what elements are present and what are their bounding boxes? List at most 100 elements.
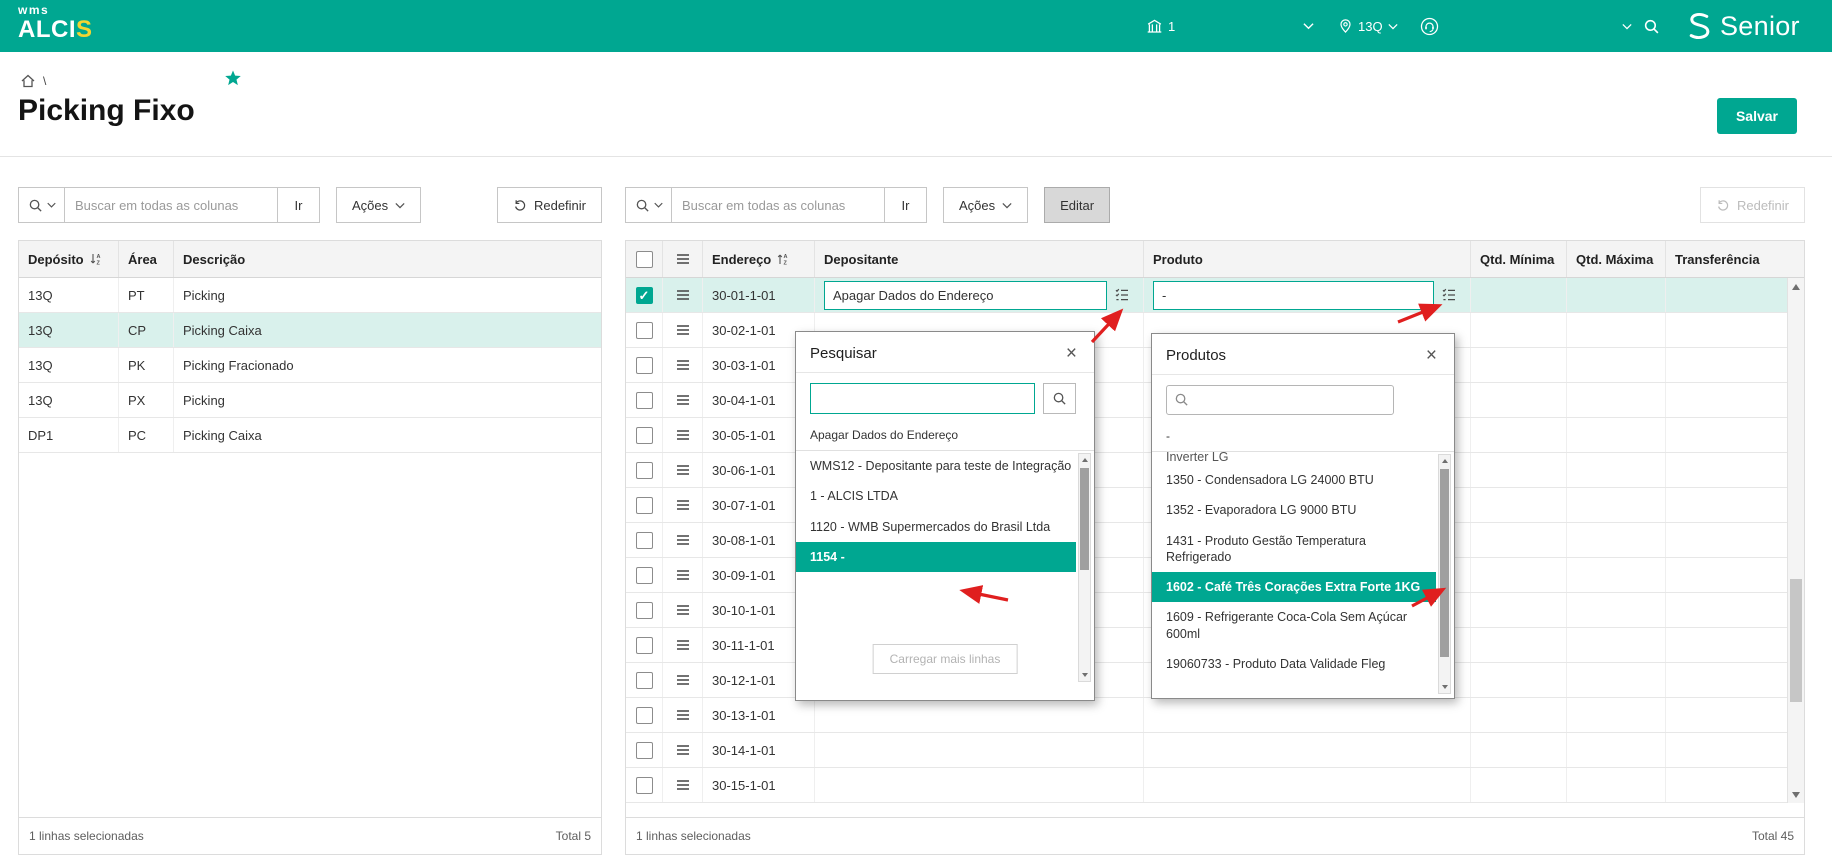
popup-list-item[interactable]: 1431 - Produto Gestão Temperatura Refrig…: [1152, 526, 1436, 573]
cell-transferencia[interactable]: [1666, 348, 1787, 382]
produtos-search-input[interactable]: [1166, 385, 1394, 415]
cell-qtd-minima[interactable]: [1471, 523, 1567, 557]
popup-list-item[interactable]: 1609 - Refrigerante Coca-Cola Sem Açúcar…: [1152, 602, 1436, 649]
scrollbar-thumb[interactable]: [1790, 579, 1802, 702]
app-logo[interactable]: wms ALCIS: [18, 4, 93, 42]
cell-transferencia[interactable]: [1666, 698, 1787, 732]
company-dropdown[interactable]: [1303, 0, 1314, 52]
cell-transferencia[interactable]: [1666, 278, 1787, 312]
cell-qtd-minima[interactable]: [1471, 383, 1567, 417]
cell-qtd-maxima[interactable]: [1567, 698, 1666, 732]
table-row[interactable]: 13Q CP Picking Caixa: [19, 313, 601, 348]
column-header-produto[interactable]: Produto: [1144, 241, 1471, 277]
cell-qtd-minima[interactable]: [1471, 663, 1567, 697]
cell-qtd-maxima[interactable]: [1567, 383, 1666, 417]
popup-list-item[interactable]: 1350 - Condensadora LG 24000 BTU: [1152, 465, 1436, 495]
table-row[interactable]: 13Q PK Picking Fracionado: [19, 348, 601, 383]
menu-icon[interactable]: [676, 499, 690, 511]
column-header-qtd-minima[interactable]: Qtd. Mínima: [1471, 241, 1567, 277]
popup-list-item[interactable]: Inverter LG: [1152, 452, 1436, 465]
menu-icon[interactable]: [676, 289, 690, 301]
popup-list-item[interactable]: WMS12 - Depositante para teste de Integr…: [796, 451, 1076, 481]
table-row[interactable]: 13Q PT Picking: [19, 278, 601, 313]
cell-qtd-minima[interactable]: [1471, 558, 1567, 592]
cell-qtd-minima[interactable]: [1471, 698, 1567, 732]
left-actions-button[interactable]: Ações: [336, 187, 422, 223]
cell-qtd-maxima[interactable]: [1567, 628, 1666, 662]
menu-icon[interactable]: [676, 674, 690, 686]
menu-icon[interactable]: [676, 534, 690, 546]
cell-transferencia[interactable]: [1666, 453, 1787, 487]
menu-icon[interactable]: [676, 709, 690, 721]
cell-depositante[interactable]: [815, 768, 1144, 802]
right-search-input[interactable]: [672, 188, 884, 222]
left-reset-button[interactable]: Redefinir: [496, 187, 602, 223]
cell-transferencia[interactable]: [1666, 558, 1787, 592]
cell-qtd-maxima[interactable]: [1567, 768, 1666, 802]
scroll-down-button[interactable]: [1439, 681, 1450, 693]
column-header-depositante[interactable]: Depositante: [815, 241, 1144, 277]
menu-icon[interactable]: [676, 464, 690, 476]
right-reset-button[interactable]: Redefinir: [1699, 187, 1805, 223]
row-checkbox[interactable]: [635, 286, 653, 304]
location-selector[interactable]: 13Q: [1338, 0, 1398, 52]
close-icon[interactable]: ×: [1423, 346, 1440, 365]
row-checkbox[interactable]: [635, 426, 653, 444]
cell-qtd-maxima[interactable]: [1567, 593, 1666, 627]
row-checkbox[interactable]: [635, 601, 653, 619]
produto-input[interactable]: [1153, 280, 1434, 310]
right-actions-button[interactable]: Ações: [943, 187, 1029, 223]
cell-qtd-minima[interactable]: [1471, 278, 1567, 312]
close-icon[interactable]: ×: [1063, 344, 1080, 363]
row-checkbox[interactable]: [635, 391, 653, 409]
cell-depositante[interactable]: [815, 698, 1144, 732]
cell-transferencia[interactable]: [1666, 523, 1787, 557]
popup-list-item[interactable]: 1120 - WMB Supermercados do Brasil Ltda: [796, 512, 1076, 542]
cell-depositante[interactable]: [815, 733, 1144, 767]
user-dropdown[interactable]: [1622, 0, 1632, 52]
popup-scrollbar[interactable]: [1438, 454, 1451, 694]
menu-icon[interactable]: [676, 639, 690, 651]
scroll-up-button[interactable]: [1079, 454, 1090, 466]
popup-list-item[interactable]: 1602 - Café Três Corações Extra Forte 1K…: [1152, 572, 1436, 603]
cell-qtd-minima[interactable]: [1471, 593, 1567, 627]
edit-button[interactable]: Editar: [1044, 187, 1111, 223]
menu-icon[interactable]: [676, 779, 690, 791]
row-checkbox[interactable]: [635, 741, 653, 759]
cell-qtd-maxima[interactable]: [1567, 558, 1666, 592]
scroll-down-button[interactable]: [1079, 669, 1090, 681]
row-checkbox[interactable]: [635, 566, 653, 584]
cell-qtd-minima[interactable]: [1471, 418, 1567, 452]
cell-transferencia[interactable]: [1666, 488, 1787, 522]
cell-produto[interactable]: [1144, 698, 1471, 732]
cell-qtd-maxima[interactable]: [1567, 453, 1666, 487]
row-checkbox[interactable]: [635, 321, 653, 339]
cell-qtd-maxima[interactable]: [1567, 278, 1666, 312]
left-go-button[interactable]: Ir: [277, 188, 319, 222]
row-checkbox[interactable]: [635, 636, 653, 654]
cell-qtd-minima[interactable]: [1471, 733, 1567, 767]
table-row[interactable]: 13Q PX Picking: [19, 383, 601, 418]
search-scope-dropdown[interactable]: [626, 188, 672, 222]
cell-qtd-maxima[interactable]: [1567, 663, 1666, 697]
menu-icon[interactable]: [676, 744, 690, 756]
right-go-button[interactable]: Ir: [884, 188, 926, 222]
cell-produto[interactable]: [1144, 733, 1471, 767]
cell-qtd-minima[interactable]: [1471, 348, 1567, 382]
cell-transferencia[interactable]: [1666, 628, 1787, 662]
cell-qtd-minima[interactable]: [1471, 313, 1567, 347]
row-checkbox[interactable]: [635, 776, 653, 794]
cell-transferencia[interactable]: [1666, 733, 1787, 767]
cell-qtd-maxima[interactable]: [1567, 348, 1666, 382]
select-all-checkbox[interactable]: [635, 250, 653, 268]
popup-scrollbar[interactable]: [1078, 453, 1091, 682]
pesquisar-search-button[interactable]: [1043, 383, 1076, 414]
column-header-area[interactable]: Área: [119, 241, 174, 277]
menu-icon[interactable]: [676, 324, 690, 336]
depositante-lookup-icon[interactable]: [1110, 283, 1134, 307]
row-checkbox[interactable]: [635, 496, 653, 514]
table-scrollbar[interactable]: [1787, 278, 1804, 803]
row-checkbox[interactable]: [635, 356, 653, 374]
home-icon[interactable]: [20, 73, 36, 89]
cell-qtd-maxima[interactable]: [1567, 313, 1666, 347]
